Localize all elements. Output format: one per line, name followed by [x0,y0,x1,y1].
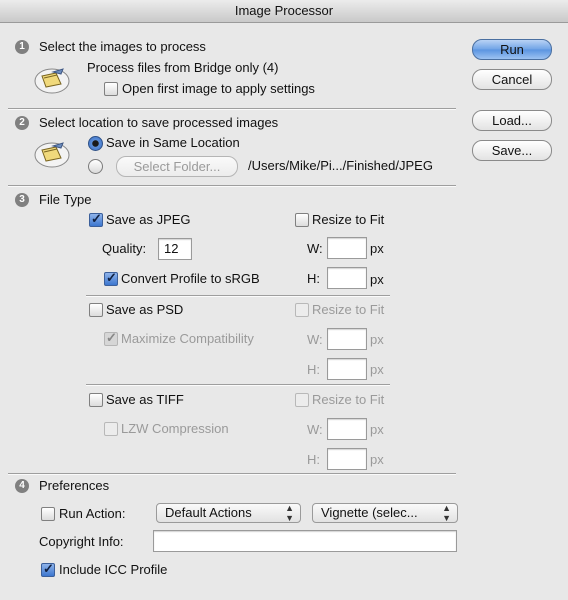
psd-width-label: W: [307,332,323,347]
jpeg-width-input[interactable] [327,237,367,259]
image-processor-window: Image Processor 1 Select the images to p… [0,0,568,600]
run-action-label: Run Action: [59,506,126,521]
updown-arrows-icon: ▲ ▼ [285,503,294,523]
include-icc-checkbox[interactable] [41,561,55,577]
action-select[interactable]: Vignette (selec... ▲ ▼ [312,503,458,523]
open-first-image-checkbox[interactable] [104,82,118,96]
convert-srgb-checkbox[interactable] [104,270,118,286]
save-button[interactable]: Save... [472,140,552,161]
folder-path: /Users/Mike/Pi.../Finished/JPEG [248,158,433,173]
step-2-number: 2 [15,116,29,130]
bridge-folder-icon [34,68,70,94]
jpeg-resize-checkbox[interactable] [295,213,309,227]
file-type-divider [86,295,390,297]
file-type-divider [86,384,390,386]
cancel-button[interactable]: Cancel [472,69,552,90]
quality-value: 12 [164,241,179,256]
save-as-jpeg-label: Save as JPEG [106,212,191,227]
include-icc-label: Include ICC Profile [59,562,168,577]
psd-height-input[interactable] [327,358,367,380]
action-set-value: Default Actions [165,505,252,520]
jpeg-height-label: H: [307,271,320,286]
quality-label: Quality: [102,241,147,256]
save-as-psd-label: Save as PSD [106,302,184,317]
step-3-number: 3 [15,193,29,207]
tiff-width-label: W: [307,422,323,437]
step-4-number: 4 [15,479,29,493]
psd-height-label: H: [307,362,320,377]
section-divider [8,185,456,187]
open-first-image-label: Open first image to apply settings [122,81,315,96]
psd-height-unit: px [370,362,384,377]
window-title: Image Processor [0,0,568,23]
section-1-heading: Select the images to process [39,39,206,54]
psd-width-input[interactable] [327,328,367,350]
select-folder-radio[interactable] [88,159,103,174]
tiff-width-unit: px [370,422,384,437]
tiff-resize-label: Resize to Fit [312,392,385,407]
save-as-psd-checkbox[interactable] [89,303,103,317]
jpeg-width-label: W: [307,241,323,256]
tiff-resize-checkbox[interactable] [295,393,309,407]
section-3-heading: File Type [39,192,92,207]
save-as-jpeg-checkbox[interactable] [89,211,103,227]
section-2-heading: Select location to save processed images [39,115,279,130]
save-same-location-radio[interactable] [88,136,103,151]
lzw-compression-label: LZW Compression [121,421,229,436]
section-divider [8,473,456,475]
action-value: Vignette (selec... [321,505,418,520]
tiff-height-label: H: [307,452,320,467]
tiff-width-input[interactable] [327,418,367,440]
save-as-tiff-label: Save as TIFF [106,392,184,407]
save-as-tiff-checkbox[interactable] [89,393,103,407]
quality-input[interactable]: 12 [158,238,192,260]
tiff-height-unit: px [370,452,384,467]
psd-width-unit: px [370,332,384,347]
select-folder-button[interactable]: Select Folder... [116,156,238,177]
copyright-input[interactable] [153,530,457,552]
convert-srgb-label: Convert Profile to sRGB [121,271,260,286]
maximize-compat-label: Maximize Compatibility [121,331,254,346]
jpeg-resize-label: Resize to Fit [312,212,385,227]
copyright-label: Copyright Info: [39,534,124,549]
jpeg-height-input[interactable] [327,267,367,289]
run-button[interactable]: Run [472,39,552,60]
step-1-number: 1 [15,40,29,54]
source-bridge-text: Process files from Bridge only (4) [87,60,279,75]
section-4-heading: Preferences [39,478,110,493]
psd-resize-checkbox[interactable] [295,303,309,317]
updown-arrows-icon: ▲ ▼ [442,503,451,523]
jpeg-width-unit: px [370,241,384,256]
load-button[interactable]: Load... [472,110,552,131]
maximize-compat-checkbox[interactable] [104,330,118,346]
psd-resize-label: Resize to Fit [312,302,385,317]
action-set-select[interactable]: Default Actions ▲ ▼ [156,503,301,523]
tiff-height-input[interactable] [327,448,367,470]
save-same-location-label: Save in Same Location [106,135,240,150]
lzw-compression-checkbox[interactable] [104,422,118,436]
jpeg-height-unit: px [370,272,384,287]
bridge-folder-icon [34,142,70,168]
section-divider [8,108,456,110]
run-action-checkbox[interactable] [41,507,55,521]
